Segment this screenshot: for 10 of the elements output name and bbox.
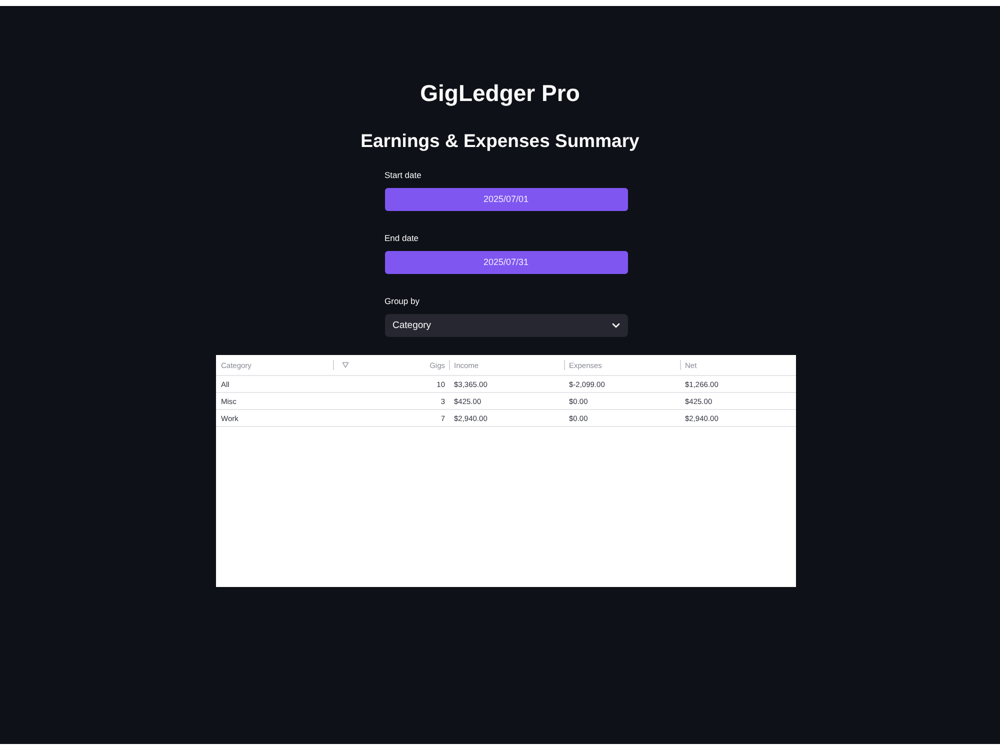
field-label: Start date [384,169,422,181]
page-heading: Earnings & Expenses Summary [360,129,640,153]
app-title: GigLedger Pro [420,79,580,108]
chevron-down-icon [612,323,620,328]
group-by-select[interactable]: Category [384,314,628,337]
field-label: Group by [384,295,420,307]
date-field[interactable]: 2025/07/01 [384,188,628,211]
field-label: End date [384,232,419,244]
filter-icon[interactable] [342,362,349,368]
date-field[interactable]: 2025/07/31 [384,251,628,274]
